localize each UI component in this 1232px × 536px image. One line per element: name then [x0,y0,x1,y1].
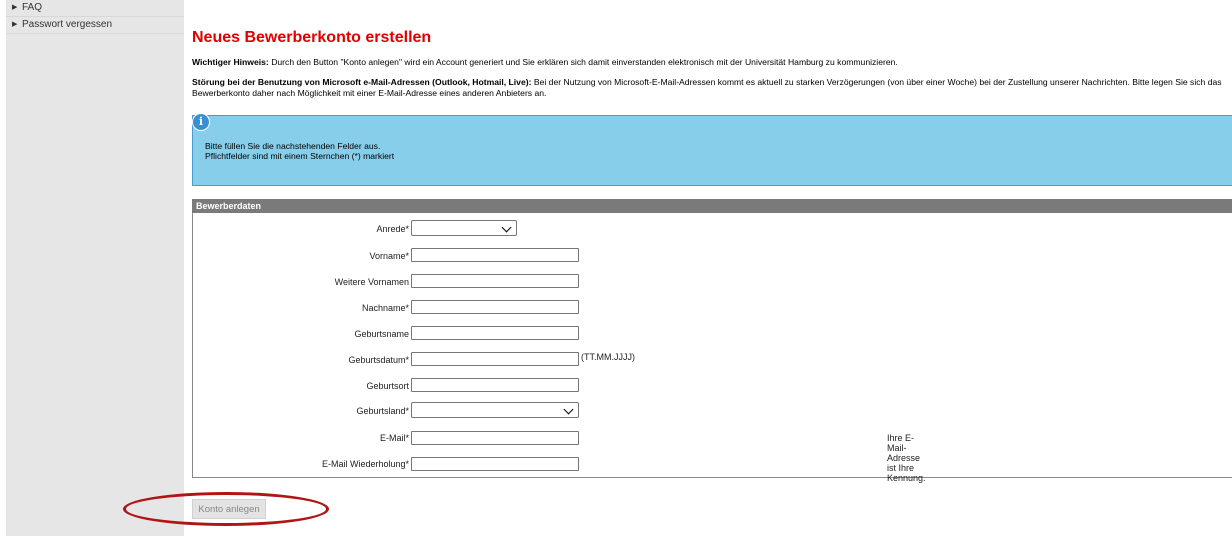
important-hint: Wichtiger Hinweis: Durch den Button "Kon… [192,57,898,67]
email-note: Ihre E-Mail-Adresse ist Ihre Kennung. [887,433,926,483]
triangle-right-icon: ▶ [12,4,18,11]
microsoft-warning: Störung bei der Benutzung von Microsoft … [192,77,1232,99]
registration-form: Anrede* Vorname* Weitere Vornamen Nachna… [192,213,1232,483]
vorname-label: Vorname* [369,251,409,261]
geburtsland-select[interactable] [411,402,579,418]
email-label: E-Mail* [379,433,409,443]
weitere-vornamen-label: Weitere Vornamen [334,277,409,287]
triangle-right-icon: ▶ [12,21,18,28]
form-header: Bewerberdaten [192,199,1232,213]
chevron-down-icon [501,222,512,233]
sidebar-item-label: FAQ [22,2,43,13]
email-input[interactable] [411,431,579,445]
page-title: Neues Bewerberkonto erstellen [192,29,432,46]
sidebar-item-label: Passwort vergessen [22,19,113,30]
info-line-1: Bitte füllen Sie die nachstehenden Felde… [205,141,381,151]
info-line-2: Pflichtfelder sind mit einem Sternchen (… [205,151,395,161]
email-wiederholung-label: E-Mail Wiederholung* [321,459,409,469]
konto-anlegen-button[interactable]: Konto anlegen [192,499,266,519]
vorname-input[interactable] [411,248,579,262]
info-icon: i [192,113,210,131]
geburtsdatum-input[interactable] [411,352,579,366]
info-text: Bitte füllen Sie die nachstehenden Felde… [205,141,394,161]
nachname-label: Nachname* [361,303,409,313]
anrede-label: Anrede* [376,224,409,234]
geburtsdatum-label: Geburtsdatum* [348,355,409,365]
geburtsort-input[interactable] [411,378,579,392]
date-format-hint: (TT.MM.JJJJ) [581,352,635,362]
hint-label: Wichtiger Hinweis: [192,57,269,67]
anrede-select[interactable] [411,220,517,236]
sidebar-item-passwort-vergessen[interactable]: ▶ Passwort vergessen [6,17,184,34]
hint-text: Durch den Button "Konto anlegen" wird ei… [268,57,898,67]
info-box: i Bitte füllen Sie die nachstehenden Fel… [192,113,1232,186]
sidebar-item-faq[interactable]: ▶ FAQ [6,0,184,17]
warning-label: Störung bei der Benutzung von Microsoft … [192,77,532,87]
weitere-vornamen-input[interactable] [411,274,579,288]
email-wiederholung-input[interactable] [411,457,579,471]
geburtsort-label: Geburtsort [366,381,409,391]
nachname-input[interactable] [411,300,579,314]
sidebar: ▶ FAQ ▶ Passwort vergessen [6,0,184,536]
geburtsname-input[interactable] [411,326,579,340]
geburtsname-label: Geburtsname [354,329,409,339]
chevron-down-icon [563,404,574,415]
geburtsland-label: Geburtsland* [356,406,409,416]
